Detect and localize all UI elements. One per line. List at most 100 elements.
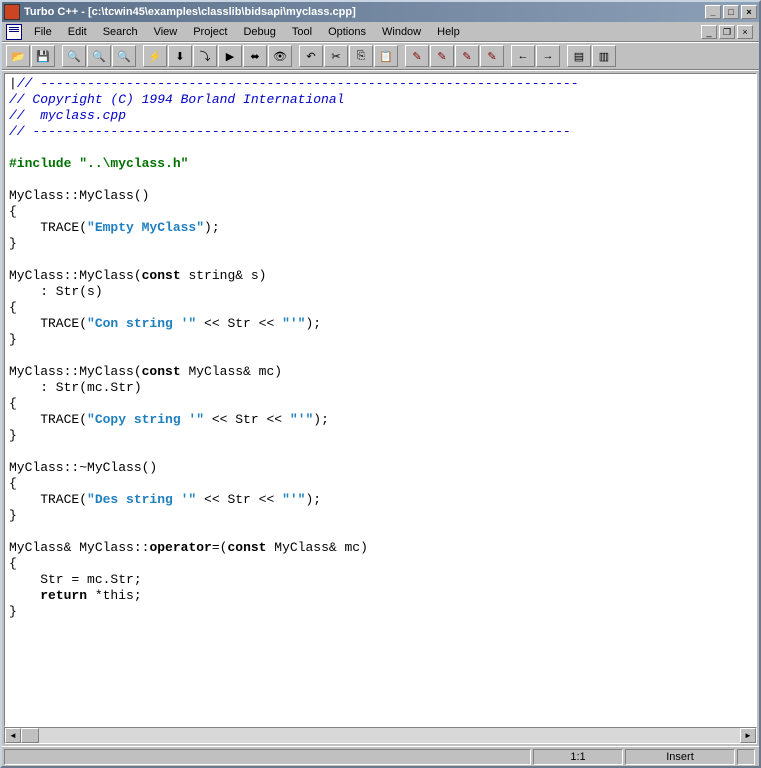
code-line: MyClass& MyClass:: — [9, 540, 149, 555]
code-line: MyClass::MyClass( — [9, 364, 142, 379]
run-to-button[interactable]: ▶ — [218, 45, 242, 67]
code-kw: const — [142, 364, 181, 379]
open-button[interactable]: 📂 — [6, 45, 30, 67]
code-text: ); — [305, 316, 321, 331]
watch-button[interactable]: 👁 — [268, 45, 292, 67]
code-line: Str = mc.Str; — [9, 572, 142, 587]
code-text: string& s) — [181, 268, 267, 283]
code-text: << Str << — [204, 412, 290, 427]
status-mode: Insert — [625, 749, 735, 765]
code-kw: const — [142, 268, 181, 283]
tile-h-button[interactable]: ▤ — [567, 45, 591, 67]
code-string: "Empty MyClass" — [87, 220, 204, 235]
code-text: ); — [305, 492, 321, 507]
close-button[interactable]: × — [741, 5, 757, 19]
menu-view[interactable]: View — [146, 24, 186, 40]
run-button[interactable]: ⚡ — [143, 45, 167, 67]
rebuild-button[interactable]: ✎ — [480, 45, 504, 67]
app-icon — [4, 4, 20, 20]
step-over-button[interactable]: ⬇ — [168, 45, 192, 67]
menu-options[interactable]: Options — [320, 24, 374, 40]
code-line: { — [9, 204, 17, 219]
code-line: MyClass::MyClass() — [9, 188, 149, 203]
code-text: =( — [212, 540, 228, 555]
make-button[interactable]: ✎ — [430, 45, 454, 67]
code-text: << Str << — [196, 492, 282, 507]
code-kw: const — [227, 540, 266, 555]
code-text: ); — [204, 220, 220, 235]
scroll-thumb[interactable] — [21, 728, 39, 743]
code-line: } — [9, 604, 17, 619]
scroll-track[interactable] — [39, 728, 740, 743]
tile-v-button[interactable]: ▥ — [592, 45, 616, 67]
doc-icon[interactable] — [6, 24, 22, 40]
titlebar[interactable]: Turbo C++ - [c:\tcwin45\examples\classli… — [2, 2, 759, 22]
build-button[interactable]: ✎ — [455, 45, 479, 67]
code-line: // -------------------------------------… — [17, 76, 579, 91]
app-window: Turbo C++ - [c:\tcwin45\examples\classli… — [0, 0, 761, 768]
copy-button[interactable]: ⎘ — [349, 45, 373, 67]
code-line: } — [9, 428, 17, 443]
code-kw: return — [40, 588, 87, 603]
code-text: MyClass& mc) — [266, 540, 367, 555]
minimize-button[interactable]: _ — [705, 5, 721, 19]
scroll-right-button[interactable]: ► — [740, 728, 756, 743]
paste-button[interactable]: 📋 — [374, 45, 398, 67]
child-minimize-button[interactable]: _ — [701, 25, 717, 39]
code-string: "..\myclass.h" — [79, 156, 188, 171]
menu-window[interactable]: Window — [374, 24, 429, 40]
code-line: } — [9, 508, 17, 523]
find-next-button[interactable]: 🔍 — [87, 45, 111, 67]
code-line: TRACE( — [9, 492, 87, 507]
save-button[interactable]: 💾 — [31, 45, 55, 67]
code-string: "'" — [290, 412, 313, 427]
menu-debug[interactable]: Debug — [235, 24, 283, 40]
status-grip — [737, 749, 755, 765]
code-string: "Con string '" — [87, 316, 196, 331]
menu-project[interactable]: Project — [185, 24, 235, 40]
code-line: // Copyright (C) 1994 Borland Internatio… — [9, 92, 344, 107]
compile-button[interactable]: ✎ — [405, 45, 429, 67]
menu-search[interactable]: Search — [95, 24, 146, 40]
trace-into-button[interactable]: ⤵ — [193, 45, 217, 67]
arrow-left-button[interactable]: ← — [511, 45, 535, 67]
window-title: Turbo C++ - [c:\tcwin45\examples\classli… — [24, 6, 705, 18]
replace-button[interactable]: 🔍 — [112, 45, 136, 67]
code-line: TRACE( — [9, 220, 87, 235]
code-line: { — [9, 476, 17, 491]
menu-edit[interactable]: Edit — [60, 24, 95, 40]
code-string: "'" — [282, 492, 305, 507]
code-kw: operator — [149, 540, 211, 555]
child-restore-button[interactable]: ❐ — [719, 25, 735, 39]
menu-file[interactable]: File — [26, 24, 60, 40]
scroll-left-button[interactable]: ◄ — [5, 728, 21, 743]
code-line: TRACE( — [9, 316, 87, 331]
code-string: "Copy string '" — [87, 412, 204, 427]
menu-tool[interactable]: Tool — [284, 24, 320, 40]
h-scrollbar[interactable]: ◄ ► — [4, 727, 757, 744]
undo-button[interactable]: ↶ — [299, 45, 323, 67]
code-line: { — [9, 300, 17, 315]
maximize-button[interactable]: □ — [723, 5, 739, 19]
code-editor[interactable]: |// ------------------------------------… — [4, 73, 757, 727]
code-line: // -------------------------------------… — [9, 124, 571, 139]
find-button[interactable]: 🔍 — [62, 45, 86, 67]
code-line: #include — [9, 156, 79, 171]
cut-button[interactable]: ✂ — [324, 45, 348, 67]
toolbar: 📂 💾 🔍 🔍 🔍 ⚡ ⬇ ⤵ ▶ ⬌ 👁 ↶ ✂ ⎘ 📋 ✎ ✎ ✎ ✎ ← … — [2, 42, 759, 70]
toggle-bp-button[interactable]: ⬌ — [243, 45, 267, 67]
child-close-button[interactable]: × — [737, 25, 753, 39]
code-line: MyClass::~MyClass() — [9, 460, 157, 475]
statusbar: 1:1 Insert — [2, 746, 759, 766]
code-string: "Des string '" — [87, 492, 196, 507]
code-text: << Str << — [196, 316, 282, 331]
editor-area: |// ------------------------------------… — [2, 70, 759, 746]
code-string: "'" — [282, 316, 305, 331]
code-line: } — [9, 332, 17, 347]
arrow-right-button[interactable]: → — [536, 45, 560, 67]
code-line: : Str(mc.Str) — [9, 380, 142, 395]
code-line: { — [9, 396, 17, 411]
status-cursor-pos: 1:1 — [533, 749, 623, 765]
code-text: ); — [313, 412, 329, 427]
menu-help[interactable]: Help — [429, 24, 468, 40]
